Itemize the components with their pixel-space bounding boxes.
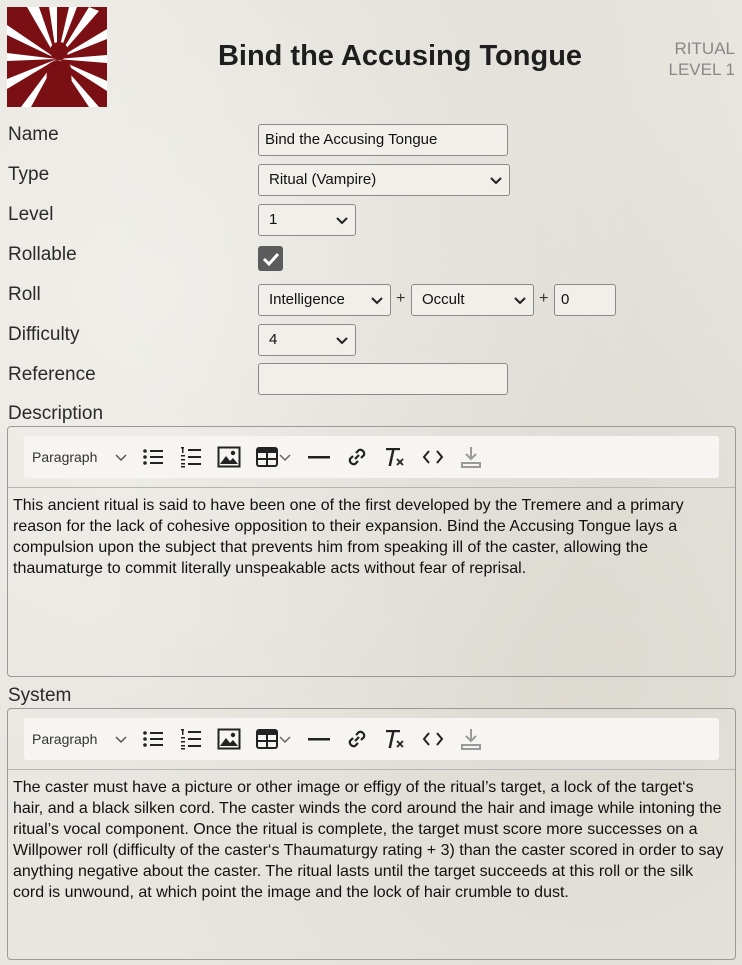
editor-divider (8, 769, 735, 770)
insert-image-button[interactable] (210, 436, 248, 478)
paragraph-format-label: Paragraph (32, 449, 98, 465)
bulleted-list-button[interactable] (134, 436, 172, 478)
checkmark-icon (262, 252, 279, 266)
roll-plus-sign: + (539, 290, 549, 307)
numbered-list-icon (181, 447, 201, 468)
name-input[interactable]: Bind the Accusing Tongue (258, 124, 508, 156)
link-button[interactable] (338, 718, 376, 760)
remove-format-button[interactable] (376, 436, 414, 478)
reference-input[interactable] (258, 363, 508, 395)
horizontal-line-button[interactable] (300, 718, 338, 760)
roll-modifier-input[interactable]: 0 (554, 284, 616, 316)
level-select[interactable]: 1 (258, 204, 356, 236)
image-icon (217, 728, 241, 750)
paragraph-format-select[interactable]: Paragraph (24, 436, 134, 478)
download-button[interactable] (452, 718, 490, 760)
bulleted-list-icon (143, 449, 163, 465)
reference-label: Reference (8, 364, 96, 385)
system-editor[interactable]: Paragraph The caster must have a picture… (7, 708, 736, 960)
chevron-down-icon (336, 217, 348, 225)
difficulty-select[interactable]: 4 (258, 324, 356, 356)
item-type-text: RITUAL (674, 39, 735, 58)
item-image-logo[interactable] (7, 7, 107, 107)
name-label: Name (8, 124, 59, 145)
roll-skill-select[interactable]: Occult (411, 284, 534, 316)
chevron-down-icon (371, 297, 383, 305)
roll-attribute-select[interactable]: Intelligence (258, 284, 391, 316)
remove-format-icon (386, 730, 404, 748)
type-select[interactable]: Ritual (Vampire) (258, 164, 510, 196)
paragraph-format-label: Paragraph (32, 731, 98, 747)
item-level-text: LEVEL 1 (668, 60, 735, 79)
paragraph-format-select[interactable]: Paragraph (24, 718, 134, 760)
insert-image-button[interactable] (210, 718, 248, 760)
description-text[interactable]: This ancient ritual is said to have been… (13, 495, 727, 579)
chevron-down-icon (490, 177, 502, 185)
description-editor[interactable]: Paragraph This ancient ritual is said to… (7, 426, 736, 677)
chevron-down-icon (279, 736, 291, 744)
source-code-button[interactable] (414, 718, 452, 760)
chevron-down-icon (115, 736, 127, 744)
insert-table-button[interactable] (248, 436, 300, 478)
chevron-down-icon (279, 454, 291, 462)
numbered-list-icon (181, 729, 201, 750)
link-icon (348, 448, 366, 466)
bulleted-list-icon (143, 731, 163, 747)
description-label: Description (8, 403, 104, 424)
roll-plus-sign: + (396, 290, 406, 307)
remove-format-icon (386, 448, 404, 466)
chevron-down-icon (514, 297, 526, 305)
rollable-checkbox[interactable] (258, 246, 283, 271)
download-icon (461, 729, 481, 750)
system-toolbar: Paragraph (24, 718, 719, 760)
rollable-label: Rollable (8, 244, 77, 265)
numbered-list-button[interactable] (172, 436, 210, 478)
download-icon (461, 447, 481, 468)
system-text[interactable]: The caster must have a picture or other … (13, 777, 727, 903)
download-button[interactable] (452, 436, 490, 478)
item-type-level: RITUAL LEVEL 1 (669, 38, 735, 80)
roll-skill-value: Occult (422, 291, 465, 308)
code-icon (422, 732, 444, 746)
roll-attribute-value: Intelligence (269, 291, 345, 308)
insert-table-button[interactable] (248, 718, 300, 760)
type-label: Type (8, 164, 50, 185)
level-select-value: 1 (269, 211, 278, 228)
remove-format-button[interactable] (376, 718, 414, 760)
code-icon (422, 450, 444, 464)
level-label: Level (8, 204, 54, 225)
item-title: Bind the Accusing Tongue (217, 40, 583, 72)
editor-divider (8, 487, 735, 488)
chevron-down-icon (336, 337, 348, 345)
difficulty-select-value: 4 (269, 331, 278, 348)
roll-label: Roll (8, 284, 41, 305)
difficulty-label: Difficulty (8, 324, 80, 345)
horizontal-line-button[interactable] (300, 436, 338, 478)
table-icon (256, 447, 278, 467)
link-icon (348, 730, 366, 748)
link-button[interactable] (338, 436, 376, 478)
description-toolbar: Paragraph (24, 436, 719, 478)
type-select-value: Ritual (Vampire) (269, 171, 377, 188)
image-icon (217, 446, 241, 468)
bulleted-list-button[interactable] (134, 718, 172, 760)
source-code-button[interactable] (414, 436, 452, 478)
horizontal-line-icon (308, 456, 330, 459)
system-label: System (8, 685, 72, 706)
horizontal-line-icon (308, 738, 330, 741)
table-icon (256, 729, 278, 749)
numbered-list-button[interactable] (172, 718, 210, 760)
chevron-down-icon (115, 454, 127, 462)
burst-figure-icon (7, 7, 107, 107)
